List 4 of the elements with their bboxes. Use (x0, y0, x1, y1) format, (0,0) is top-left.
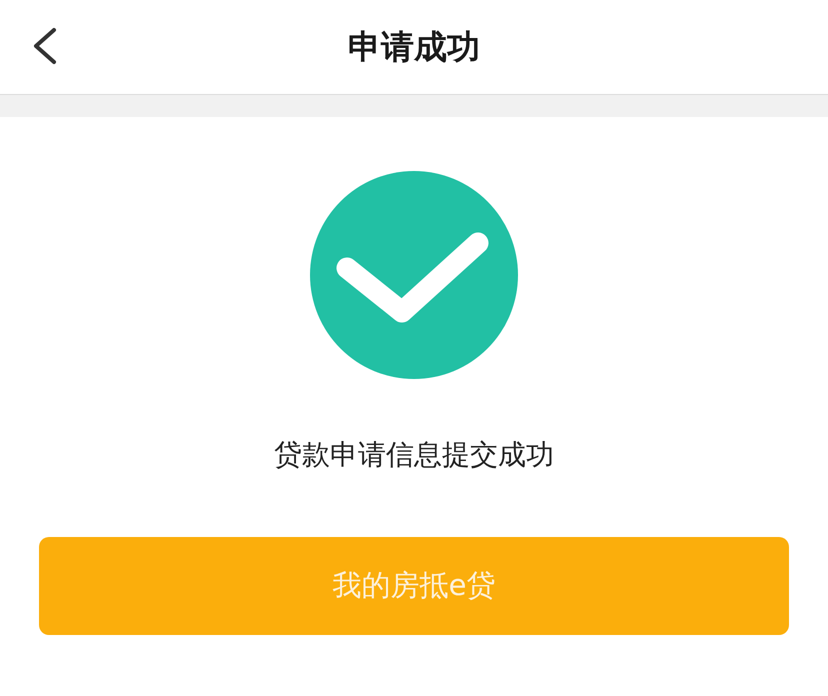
page-title: 申请成功 (348, 26, 480, 68)
my-loan-button[interactable]: 我的房抵e贷 (39, 537, 789, 635)
checkmark-circle-icon (310, 171, 518, 379)
status-message: 贷款申请信息提交成功 (274, 437, 554, 473)
